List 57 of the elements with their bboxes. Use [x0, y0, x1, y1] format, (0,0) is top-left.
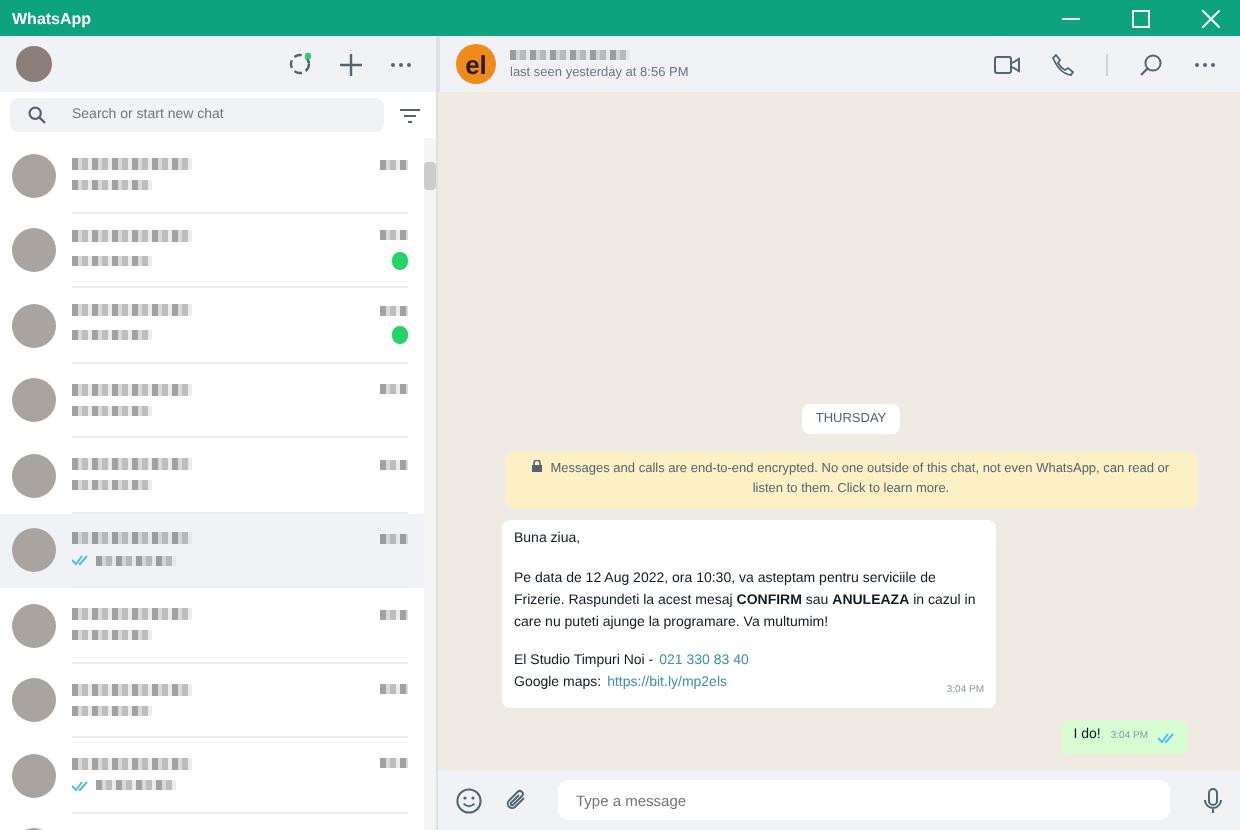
redacted-preview [96, 555, 176, 566]
avatar-placeholder [12, 678, 56, 723]
more-icon[interactable] [1194, 61, 1216, 67]
redacted-time [380, 609, 408, 620]
redacted-time [380, 384, 408, 395]
redacted-preview [72, 180, 152, 191]
filter-icon[interactable] [400, 107, 420, 123]
avatar-placeholder [12, 753, 56, 798]
redacted-name [72, 683, 192, 696]
redacted-name [72, 608, 192, 621]
avatar-placeholder [12, 603, 56, 648]
lock-icon [532, 459, 543, 472]
microphone-icon[interactable] [1204, 787, 1222, 813]
avatar-placeholder [12, 528, 56, 573]
search-icon[interactable] [1140, 53, 1162, 75]
plus-icon[interactable] [340, 53, 362, 75]
more-icon[interactable] [390, 61, 412, 67]
avatar-placeholder [12, 378, 56, 423]
redacted-name [72, 458, 192, 471]
redacted-name [72, 304, 192, 317]
redacted-name [72, 383, 192, 396]
redacted-time [380, 758, 408, 769]
redacted-preview [72, 405, 152, 416]
redacted-name [72, 158, 192, 171]
redacted-name [72, 532, 192, 545]
redacted-name [510, 49, 630, 59]
avatar-placeholder [12, 153, 56, 198]
scrollbar-thumb[interactable] [424, 162, 436, 190]
avatar-placeholder[interactable] [16, 46, 52, 82]
redacted-time [380, 305, 408, 316]
redacted-preview [72, 630, 152, 641]
redacted-name [72, 229, 192, 242]
avatar-placeholder [12, 303, 56, 348]
redacted-time [380, 684, 408, 695]
redacted-name [72, 757, 192, 770]
window-title: WhatsApp [12, 9, 92, 27]
redacted-time [380, 533, 408, 544]
redacted-preview [96, 780, 176, 791]
paperclip-icon[interactable] [504, 788, 528, 812]
phone-icon[interactable] [1052, 53, 1074, 75]
contact-avatar[interactable]: el [456, 44, 496, 84]
redacted-preview [72, 480, 152, 491]
maximize-icon[interactable] [1132, 9, 1150, 27]
redacted-preview [72, 330, 152, 341]
redacted-preview [72, 255, 152, 266]
avatar-placeholder [12, 228, 56, 273]
close-icon[interactable] [1202, 9, 1220, 27]
redacted-time [380, 230, 408, 241]
redacted-time [380, 459, 408, 470]
emoji-icon[interactable] [456, 787, 482, 813]
chat-item[interactable] [0, 513, 424, 588]
avatar-placeholder [12, 453, 56, 498]
video-call-icon[interactable] [994, 55, 1020, 73]
redacted-time [380, 159, 408, 170]
search-icon [28, 106, 46, 124]
redacted-preview [72, 705, 152, 716]
status-icon[interactable] [288, 52, 312, 76]
